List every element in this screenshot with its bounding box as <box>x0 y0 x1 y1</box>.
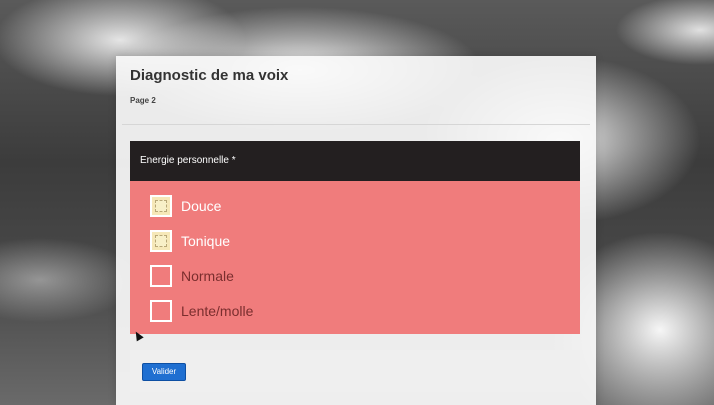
option-normale[interactable]: Normale <box>150 263 234 289</box>
option-lente-molle[interactable]: Lente/molle <box>150 298 253 324</box>
checkbox-douce[interactable] <box>150 195 172 217</box>
option-label-douce: Douce <box>181 198 222 214</box>
submit-button[interactable]: Valider <box>142 363 186 381</box>
options-group: Douce Tonique Normale Lente/molle <box>130 181 580 334</box>
option-label-lente-molle: Lente/molle <box>181 303 254 319</box>
option-label-normale: Normale <box>181 268 234 284</box>
divider <box>122 124 590 125</box>
form-footer: Valider <box>130 350 580 392</box>
option-tonique[interactable]: Tonique <box>150 228 230 254</box>
form-title: Diagnostic de ma voix <box>130 67 289 84</box>
checkbox-tonique[interactable] <box>150 230 172 252</box>
checkbox-normale[interactable] <box>150 265 172 287</box>
option-label-tonique: Tonique <box>181 233 231 249</box>
page-label: Page 2 <box>130 96 156 105</box>
question-label: Energie personnelle * <box>130 141 580 181</box>
option-douce[interactable]: Douce <box>150 193 221 219</box>
check-icon <box>155 235 167 247</box>
form-card: Diagnostic de ma voix Page 2 Energie per… <box>116 56 596 405</box>
check-icon <box>155 200 167 212</box>
checkbox-lente-molle[interactable] <box>150 300 172 322</box>
